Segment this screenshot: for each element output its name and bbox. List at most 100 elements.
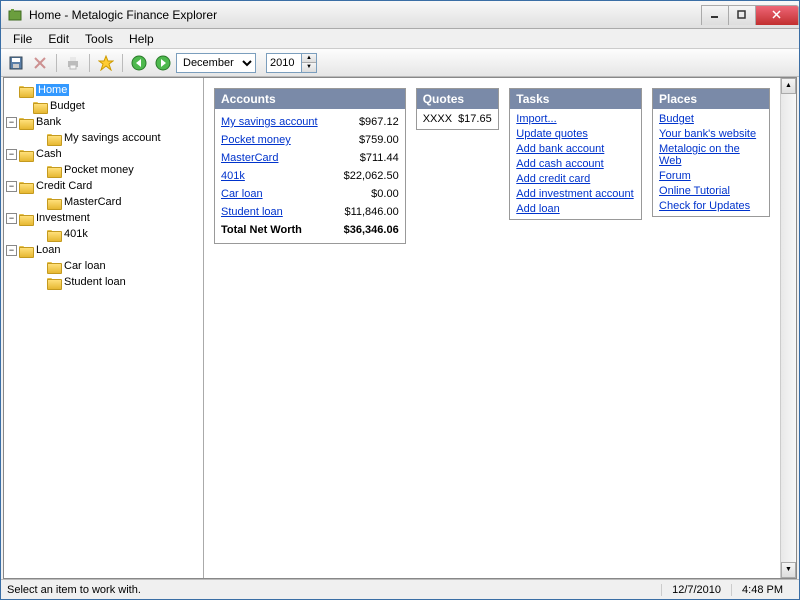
task-link[interactable]: Add bank account	[516, 143, 635, 155]
folder-icon	[19, 85, 33, 96]
maximize-button[interactable]	[728, 5, 756, 25]
quotes-body: XXXX $17.65	[417, 109, 499, 129]
task-link[interactable]: Add investment account	[516, 188, 635, 200]
task-link[interactable]: Add credit card	[516, 173, 635, 185]
place-link[interactable]: Your bank's website	[659, 128, 763, 140]
places-list: Budget Your bank's website Metalogic on …	[653, 109, 769, 216]
folder-icon	[47, 229, 61, 240]
window-title: Home - Metalogic Finance Explorer	[29, 8, 702, 22]
minimize-button[interactable]	[701, 5, 729, 25]
year-spinner: ▲ ▼	[302, 53, 317, 73]
account-row: 401k $22,062.50	[221, 167, 399, 185]
collapse-icon[interactable]: −	[6, 117, 17, 128]
account-value: $22,062.50	[329, 170, 399, 182]
folder-icon	[47, 197, 61, 208]
app-window: Home - Metalogic Finance Explorer File E…	[0, 0, 800, 600]
tree-budget[interactable]: Budget	[6, 98, 201, 114]
quote-price: $17.65	[458, 113, 492, 125]
separator	[122, 54, 123, 72]
body-area: Home Budget −Bank My savings account −Ca…	[3, 77, 797, 579]
menu-file[interactable]: File	[5, 30, 40, 48]
place-link[interactable]: Metalogic on the Web	[659, 143, 763, 167]
tree-student-loan[interactable]: Student loan	[6, 274, 201, 290]
status-bar: Select an item to work with. 12/7/2010 4…	[1, 579, 799, 599]
print-button[interactable]	[62, 52, 84, 74]
menu-tools[interactable]: Tools	[77, 30, 121, 48]
account-link[interactable]: 401k	[221, 170, 245, 182]
app-icon	[7, 7, 23, 23]
place-link[interactable]: Budget	[659, 113, 763, 125]
tree-loan[interactable]: −Loan	[6, 242, 201, 258]
account-link[interactable]: Car loan	[221, 188, 263, 200]
year-up[interactable]: ▲	[302, 54, 316, 63]
accounts-body: My savings account$967.12 Pocket money$7…	[215, 109, 405, 243]
task-link[interactable]: Import...	[516, 113, 635, 125]
back-button[interactable]	[128, 52, 150, 74]
folder-icon	[19, 245, 33, 256]
save-button[interactable]	[5, 52, 27, 74]
collapse-icon[interactable]: −	[6, 245, 17, 256]
tree-mastercard[interactable]: MasterCard	[6, 194, 201, 210]
account-row: Pocket money $759.00	[221, 131, 399, 149]
collapse-icon[interactable]: −	[6, 149, 17, 160]
vertical-scrollbar[interactable]: ▲ ▼	[780, 78, 796, 578]
folder-icon	[47, 165, 61, 176]
tree-401k[interactable]: 401k	[6, 226, 201, 242]
place-link[interactable]: Online Tutorial	[659, 185, 763, 197]
collapse-icon[interactable]: −	[6, 181, 17, 192]
menu-edit[interactable]: Edit	[40, 30, 77, 48]
month-select[interactable]: December	[176, 53, 256, 73]
separator	[89, 54, 90, 72]
tree-car-loan[interactable]: Car loan	[6, 258, 201, 274]
total-row: Total Net Worth$36,346.06	[221, 221, 399, 239]
status-message: Select an item to work with.	[7, 584, 661, 596]
tree-my-savings[interactable]: My savings account	[6, 130, 201, 146]
total-value: $36,346.06	[329, 224, 399, 236]
forward-button[interactable]	[152, 52, 174, 74]
task-link[interactable]: Add cash account	[516, 158, 635, 170]
status-date: 12/7/2010	[661, 584, 731, 596]
year-input[interactable]	[266, 53, 302, 73]
favorite-button[interactable]	[95, 52, 117, 74]
tree-credit-card[interactable]: −Credit Card	[6, 178, 201, 194]
account-link[interactable]: My savings account	[221, 116, 318, 128]
account-value: $0.00	[329, 188, 399, 200]
account-row: MasterCard $711.44	[221, 149, 399, 167]
tree-cash[interactable]: −Cash	[6, 146, 201, 162]
account-value: $711.44	[329, 152, 399, 164]
account-row: Student loan$11,846.00	[221, 203, 399, 221]
separator	[56, 54, 57, 72]
accounts-panel: Accounts My savings account$967.12 Pocke…	[214, 88, 406, 244]
tree-pocket-money[interactable]: Pocket money	[6, 162, 201, 178]
tasks-header: Tasks	[510, 89, 641, 109]
account-link[interactable]: Student loan	[221, 206, 283, 218]
year-down[interactable]: ▼	[302, 63, 316, 72]
place-link[interactable]: Check for Updates	[659, 200, 763, 212]
account-tree: Home Budget −Bank My savings account −Ca…	[4, 78, 204, 578]
status-time: 4:48 PM	[731, 584, 793, 596]
scroll-track[interactable]	[781, 94, 796, 562]
quote-symbol: XXXX	[423, 113, 452, 125]
task-link[interactable]: Add loan	[516, 203, 635, 215]
account-link[interactable]: MasterCard	[221, 152, 278, 164]
window-controls	[702, 5, 799, 25]
account-link[interactable]: Pocket money	[221, 134, 291, 146]
quotes-header: Quotes	[417, 89, 499, 109]
task-link[interactable]: Update quotes	[516, 128, 635, 140]
tree-investment[interactable]: −Investment	[6, 210, 201, 226]
close-button[interactable]	[755, 5, 799, 25]
scroll-up-button[interactable]: ▲	[781, 78, 796, 94]
folder-icon	[19, 181, 33, 192]
place-link[interactable]: Forum	[659, 170, 763, 182]
tree-home[interactable]: Home	[6, 82, 201, 98]
account-row: Car loan $0.00	[221, 185, 399, 203]
folder-icon	[47, 261, 61, 272]
menu-help[interactable]: Help	[121, 30, 162, 48]
toolbar: December ▲ ▼	[1, 49, 799, 77]
account-value: $759.00	[329, 134, 399, 146]
delete-button[interactable]	[29, 52, 51, 74]
scroll-down-button[interactable]: ▼	[781, 562, 796, 578]
folder-icon	[19, 149, 33, 160]
tree-bank[interactable]: −Bank	[6, 114, 201, 130]
collapse-icon[interactable]: −	[6, 213, 17, 224]
